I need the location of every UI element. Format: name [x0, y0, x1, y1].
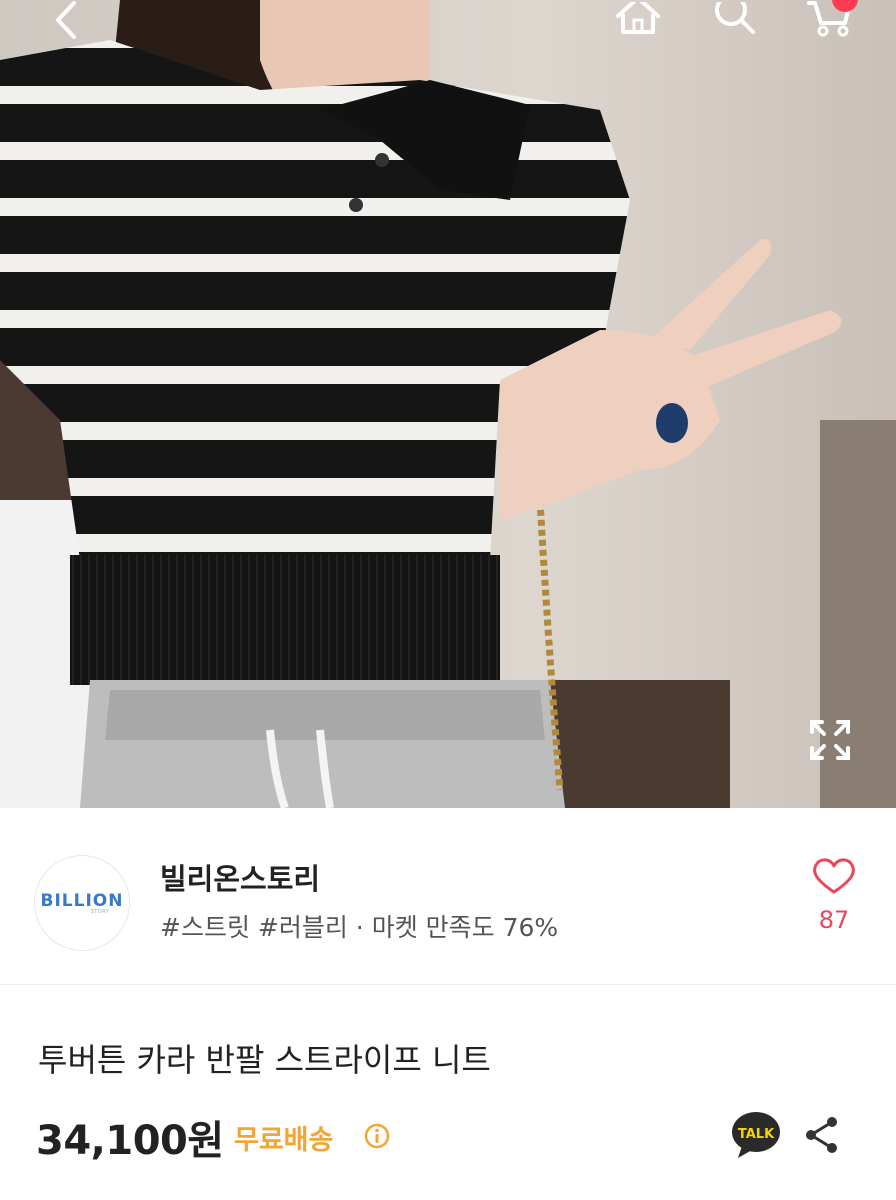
expand-button[interactable]: [806, 716, 854, 764]
shop-logo[interactable]: BILLION STORY: [34, 855, 130, 951]
talk-label: TALK: [738, 1127, 775, 1142]
product-title: 투버튼 카라 반팔 스트라이프 니트: [38, 1041, 491, 1079]
shop-info: BILLION STORY 빌리온스토리 #스트릿 #러블리 · 마켓 만족도 …: [0, 808, 896, 985]
search-icon: [715, 2, 755, 34]
search-button[interactable]: [706, 0, 762, 40]
like-button[interactable]: 87: [806, 856, 862, 946]
back-button[interactable]: [40, 0, 90, 40]
share-icon: [806, 1117, 837, 1153]
shop-meta: #스트릿 #러블리 · 마켓 만족도 76%: [160, 908, 558, 944]
cart-button[interactable]: [800, 0, 860, 40]
home-button[interactable]: [608, 0, 668, 40]
shop-satisfaction: 마켓 만족도 76%: [371, 913, 559, 942]
back-icon: [56, 1, 76, 39]
shipping-badge: 무료배송: [234, 1125, 334, 1156]
like-count: 87: [818, 906, 850, 934]
product-photo: [0, 0, 896, 808]
share-button[interactable]: [802, 1114, 842, 1156]
heart-icon: [813, 858, 855, 894]
shop-tags[interactable]: #스트릿 #러블리: [160, 913, 348, 942]
product-image[interactable]: [0, 0, 896, 808]
talk-button[interactable]: TALK: [730, 1110, 782, 1160]
shop-logo-subtext: STORY: [90, 909, 110, 915]
meta-separator: ·: [355, 913, 364, 942]
talk-icon: TALK: [732, 1112, 780, 1158]
shipping-info-button[interactable]: [364, 1123, 390, 1149]
info-icon: [364, 1123, 390, 1149]
product-price: 34,100원: [36, 1118, 224, 1164]
shop-logo-text: BILLION: [40, 891, 124, 911]
shop-name[interactable]: 빌리온스토리: [160, 856, 320, 898]
home-icon: [616, 2, 660, 34]
expand-icon: [810, 720, 850, 760]
